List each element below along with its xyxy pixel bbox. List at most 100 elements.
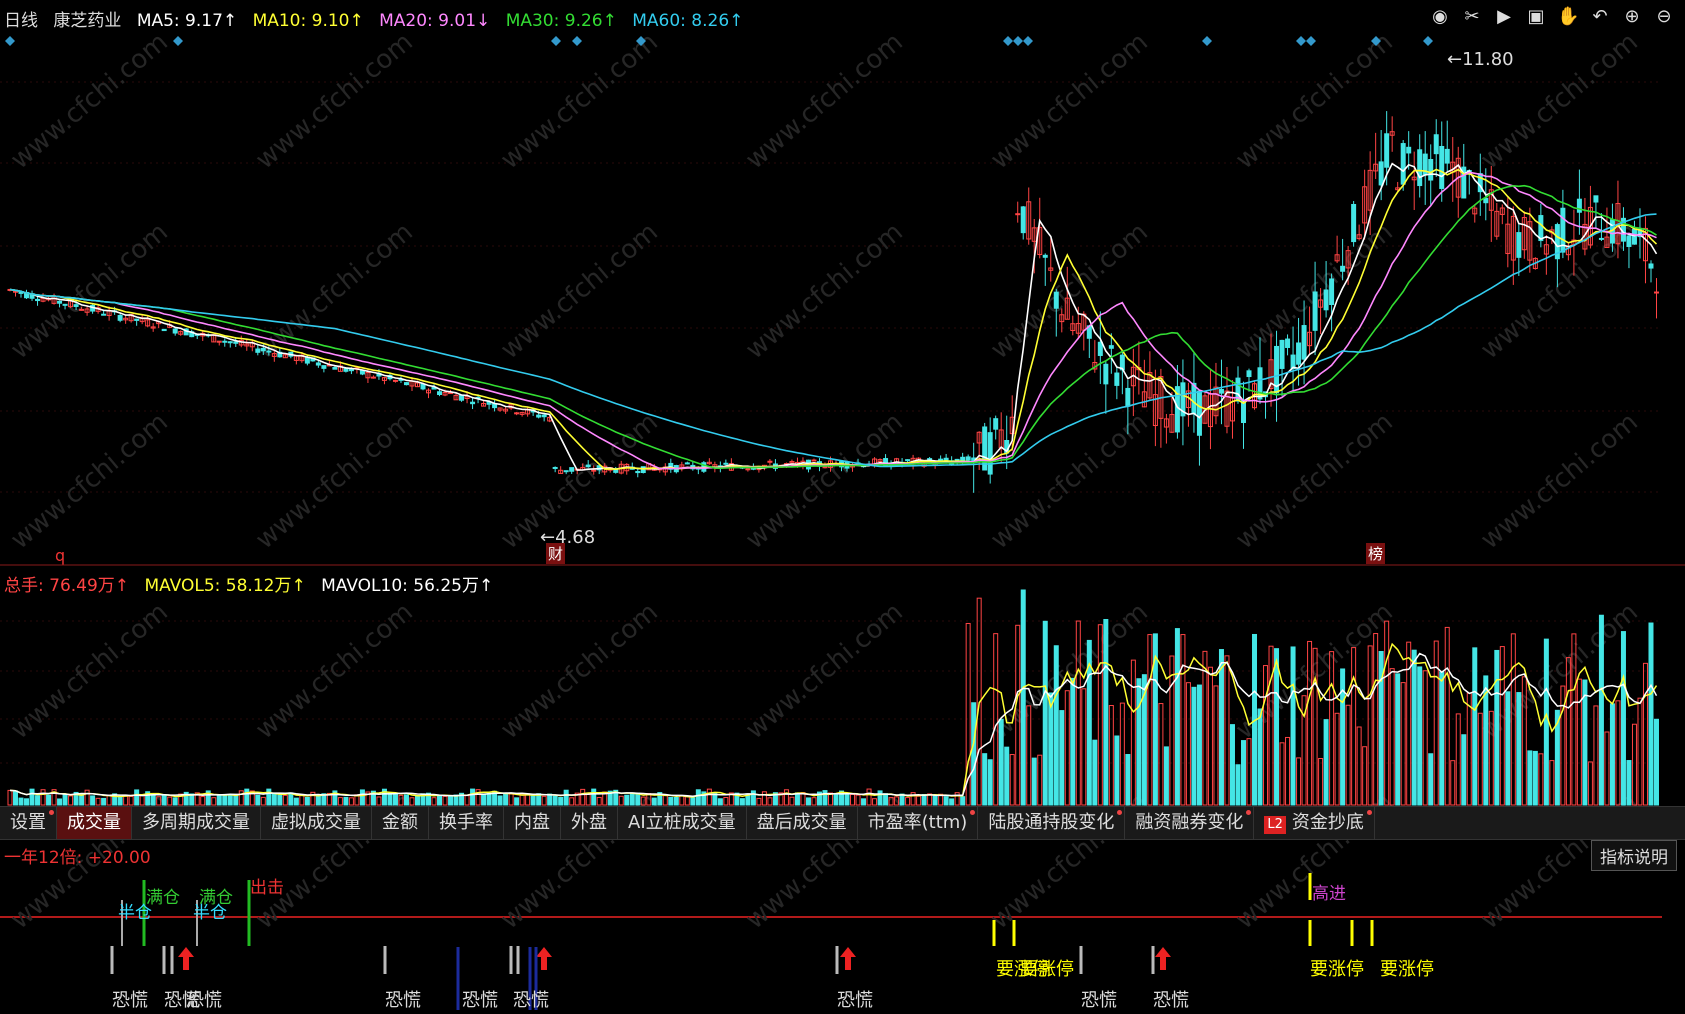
candle-body [1285, 338, 1291, 348]
tab-margin[interactable]: 融资融券变化 [1125, 807, 1255, 839]
volume-bar [1455, 713, 1461, 806]
volume-bar [211, 797, 217, 806]
volume-bar [1180, 634, 1186, 806]
candle-body [1648, 263, 1654, 269]
candle-body [73, 304, 79, 307]
volume-bar [503, 792, 509, 806]
volume-bar [1450, 760, 1456, 806]
tab-after-hours-volume[interactable]: 盘后成交量 [747, 807, 858, 839]
tab-outer[interactable]: 外盘 [561, 807, 618, 839]
volume-bar [1609, 703, 1615, 806]
volume-bar [1527, 750, 1533, 806]
candle-body [1439, 145, 1445, 189]
volume-bar [46, 794, 52, 806]
indicator-explain-button[interactable]: 指标说明 [1591, 840, 1677, 871]
volume-bar [1532, 750, 1538, 806]
signal-panic: 恐慌 [513, 990, 549, 1011]
candle-body [1125, 387, 1131, 407]
watermark-text: www.cfchi.com [250, 217, 419, 365]
candle-body [222, 340, 228, 343]
watermark-text: www.cfchi.com [985, 27, 1154, 175]
candle-body [255, 348, 261, 353]
watermark-text: www.cfchi.com [1230, 407, 1399, 555]
volume-bar [128, 795, 134, 806]
volume-bar [739, 798, 745, 806]
up-arrow-icon [840, 947, 856, 970]
tab-pe-ttm[interactable]: 市盈率(ttm) [858, 807, 979, 839]
volume-bar [1642, 662, 1648, 806]
tab-multi-period-volume[interactable]: 多周期成交量 [132, 807, 261, 839]
volume-bar [1059, 710, 1065, 806]
tab-settings[interactable]: 设置 [0, 807, 57, 839]
event-diamond-icon [572, 36, 582, 46]
tab-hk-connect[interactable]: 陆股通持股变化 [978, 807, 1126, 839]
volume-bar [233, 794, 239, 806]
signal-panic: 恐慌 [462, 990, 498, 1011]
candle-body [635, 470, 641, 474]
volume-bar [1048, 692, 1054, 806]
candle-body [134, 318, 140, 321]
candle-body [1042, 254, 1048, 258]
up-arrow-icon [178, 947, 194, 970]
marker-cai[interactable]: 财 [546, 543, 566, 564]
tab-ai-volume[interactable]: AI立桩成交量 [618, 807, 747, 839]
volume-bar [519, 794, 525, 806]
volume-bar [706, 788, 712, 806]
marker-bang[interactable]: 榜 [1366, 543, 1386, 564]
volume-bar [470, 788, 476, 806]
volume-bar [547, 793, 553, 806]
volume-bar [695, 789, 701, 806]
volume-bar [1494, 649, 1500, 806]
candle-body [1351, 203, 1357, 243]
tab-amount[interactable]: 金额 [372, 807, 429, 839]
volume-bar [1362, 746, 1368, 806]
candle-body [1378, 161, 1384, 186]
volume-bar [960, 796, 966, 806]
volume-bar [343, 796, 349, 806]
tab-inner[interactable]: 内盘 [504, 807, 561, 839]
volume-bar [1428, 753, 1434, 806]
volume-bar [123, 795, 129, 806]
candle-body [1626, 235, 1632, 247]
candle-body [332, 367, 338, 370]
candle-body [1340, 265, 1346, 272]
volume-bar [101, 797, 107, 806]
volume-bar [1130, 659, 1136, 806]
volume-bar [200, 796, 206, 806]
volume-bar [684, 796, 690, 806]
volume-bar [1389, 668, 1395, 806]
volume-bar [150, 794, 156, 806]
volume-bar [172, 797, 178, 806]
volume-bar [1587, 761, 1593, 806]
volume-bar [673, 797, 679, 806]
volume-bar [530, 794, 536, 806]
candle-body [536, 414, 542, 418]
volume-bar [1235, 764, 1241, 806]
high-price-label: ←11.80 [1447, 49, 1514, 70]
volume-bar [833, 793, 839, 806]
candle-body [1246, 370, 1252, 378]
tab-turnover[interactable]: 换手率 [429, 807, 504, 839]
volume-bar [238, 790, 244, 806]
tab-volume[interactable]: 成交量 [57, 807, 132, 839]
candle-body [745, 468, 751, 471]
signal-panic: 恐慌 [1153, 990, 1189, 1011]
volume-bar [392, 793, 398, 806]
volume-bar [222, 794, 228, 806]
ma30-line [9, 184, 1657, 469]
volume-bar [106, 794, 112, 806]
tab-fund-bottom[interactable]: L2 资金抄底 [1254, 807, 1375, 839]
volume-bar [596, 796, 602, 806]
volume-bar [315, 794, 321, 806]
candle-body [1417, 149, 1423, 187]
volume-bar [1334, 712, 1340, 806]
volume-bar [1207, 666, 1213, 806]
tab-virtual-volume[interactable]: 虚拟成交量 [261, 807, 372, 839]
watermark-text: www.cfchi.com [740, 217, 909, 365]
candle-body [1631, 228, 1637, 245]
volume-bar [1191, 686, 1197, 806]
kline-chart[interactable]: www.cfchi.com www.cfchi.com www.cfchi.com w… [0, 0, 1685, 1014]
candle-body [233, 341, 239, 344]
candle-body [1406, 146, 1412, 154]
volume-bar [1538, 753, 1544, 806]
